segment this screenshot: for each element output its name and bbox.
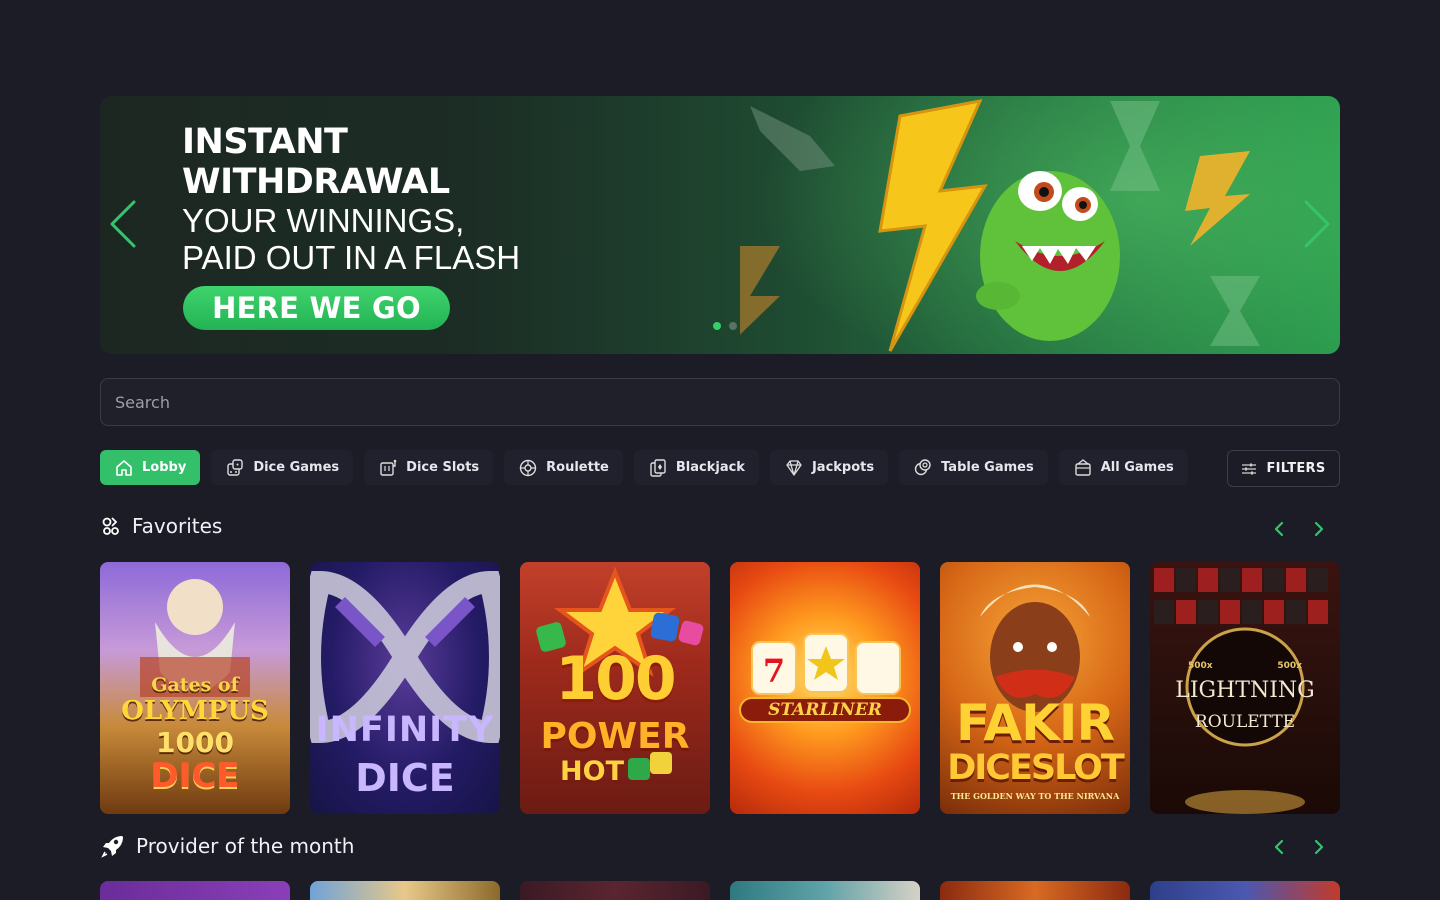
tab-label: Jackpots	[811, 460, 875, 475]
game-card[interactable]	[940, 881, 1130, 900]
game-title: INFINITY	[315, 710, 495, 750]
carousel-dot[interactable]	[729, 322, 737, 330]
game-card-starliner[interactable]: 7 STARLINER	[730, 562, 920, 814]
game-title: 1000	[156, 726, 234, 759]
tab-label: Table Games	[941, 460, 1034, 475]
game-title: DICE	[150, 756, 240, 796]
game-subtitle: THE GOLDEN WAY TO THE NIRVANA	[950, 791, 1120, 801]
tab-lobby[interactable]: Lobby	[100, 450, 201, 485]
game-multiplier: 500x	[1188, 661, 1213, 671]
tab-label: Dice Slots	[406, 460, 480, 475]
game-card-fakir-diceslot[interactable]: FAKIR DICESLOT THE GOLDEN WAY TO THE NIR…	[940, 562, 1130, 814]
slot-machine-icon	[380, 459, 397, 476]
tab-label: Dice Games	[253, 460, 340, 475]
provider-header: Provider of the month	[100, 833, 354, 859]
game-title: DICESLOT	[947, 748, 1125, 788]
game-title: Gates of	[151, 674, 239, 696]
hero-line-3: YOUR WINNINGS,	[182, 202, 465, 239]
hero-cta-button[interactable]: HERE WE GO	[183, 286, 450, 330]
provider-carousel	[100, 881, 1340, 900]
rocket-icon	[101, 836, 123, 858]
tab-label: Roulette	[546, 460, 609, 475]
hero-headline: INSTANT WITHDRAWAL YOUR WINNINGS, PAID O…	[182, 122, 520, 276]
tab-dice-games[interactable]: Dice Games	[211, 450, 354, 485]
casino-icon	[1075, 458, 1091, 476]
chevron-right-icon[interactable]	[1310, 520, 1328, 538]
category-tabs: Lobby Dice Games Dice Slots Roulette Bla…	[100, 450, 1188, 485]
tab-label: All Games	[1100, 460, 1174, 475]
cards-icon	[650, 458, 666, 477]
search-input[interactable]	[100, 378, 1340, 426]
game-title: HOT	[560, 756, 624, 787]
game-card[interactable]	[520, 881, 710, 900]
chevron-left-icon[interactable]	[1270, 520, 1288, 538]
game-card[interactable]	[310, 881, 500, 900]
hero-line-1: INSTANT	[182, 122, 348, 162]
tab-jackpots[interactable]: Jackpots	[769, 450, 889, 485]
tab-roulette[interactable]: Roulette	[504, 450, 623, 485]
favorites-nav	[1270, 520, 1328, 538]
game-title: STARLINER	[768, 700, 882, 720]
filters-button[interactable]: FILTERS	[1227, 450, 1340, 487]
game-card[interactable]	[1150, 881, 1340, 900]
dice-icon	[227, 458, 244, 476]
game-artwork: 7	[739, 633, 911, 723]
game-card-gates-of-olympus[interactable]: Gates of OLYMPUS 1000 DICE	[100, 562, 290, 814]
svg-text:7: 7	[763, 652, 785, 690]
roulette-icon	[519, 459, 537, 476]
game-card[interactable]	[100, 881, 290, 900]
carousel-prev-icon[interactable]	[108, 198, 138, 250]
hero-banner[interactable]: INSTANT WITHDRAWAL YOUR WINNINGS, PAID O…	[100, 96, 1340, 354]
favorites-title: Favorites	[132, 514, 223, 538]
game-title: LIGHTNING	[1175, 678, 1315, 703]
tab-label: Lobby	[142, 460, 187, 475]
tab-blackjack[interactable]: Blackjack	[633, 450, 759, 485]
tab-label: Blackjack	[675, 460, 745, 475]
provider-title: Provider of the month	[136, 834, 355, 858]
chevron-left-icon[interactable]	[1270, 838, 1288, 856]
favorites-icon	[102, 517, 119, 535]
diamond-icon	[786, 459, 802, 476]
game-card-infinity-dice[interactable]: INFINITY DICE	[310, 562, 500, 814]
favorites-header: Favorites	[100, 514, 222, 538]
carousel-next-icon[interactable]	[1302, 198, 1332, 250]
filters-label: FILTERS	[1266, 461, 1326, 476]
provider-nav	[1270, 838, 1328, 856]
game-card-100-power-hot[interactable]: 100 POWER HOT	[520, 562, 710, 814]
chips-icon	[914, 458, 931, 475]
hero-line-2: WITHDRAWAL	[182, 162, 450, 202]
chevron-right-icon[interactable]	[1310, 838, 1328, 856]
tab-table-games[interactable]: Table Games	[899, 450, 1048, 485]
game-card[interactable]	[730, 881, 920, 900]
game-title: 100	[555, 644, 676, 714]
game-title: POWER	[540, 716, 690, 757]
game-title: ROULETTE	[1194, 712, 1296, 732]
game-multiplier: 500x	[1277, 661, 1302, 671]
carousel-dots	[713, 322, 737, 330]
game-card-lightning-roulette[interactable]: 500x 500x LIGHTNING ROULETTE	[1150, 562, 1340, 814]
home-icon	[116, 459, 132, 476]
hero-line-4: PAID OUT IN A FLASH	[182, 239, 521, 276]
tab-all-games[interactable]: All Games	[1058, 450, 1188, 485]
game-title: FAKIR	[956, 694, 1115, 752]
game-title: DICE	[355, 756, 455, 800]
game-title: OLYMPUS	[121, 696, 269, 726]
carousel-dot-active[interactable]	[713, 322, 721, 330]
tab-dice-slots[interactable]: Dice Slots	[364, 450, 494, 485]
sliders-icon	[1242, 463, 1257, 474]
favorites-carousel: Gates of OLYMPUS 1000 DICE INFINITY DICE…	[100, 562, 1340, 814]
hero-illustration	[740, 98, 1260, 352]
